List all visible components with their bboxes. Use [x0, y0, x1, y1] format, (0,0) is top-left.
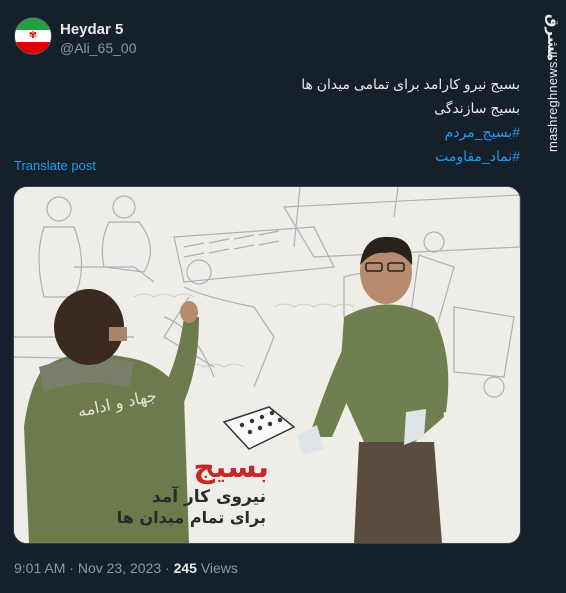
post-text: بسیج نیرو کارامد برای تمامی میدان ها بسی… — [50, 72, 520, 168]
hashtag-nemad-moghavemat[interactable]: #نماد_مقاومت — [50, 144, 520, 168]
author-name[interactable]: Heydar 5 — [60, 21, 123, 38]
author-avatar[interactable]: ✾ — [14, 17, 52, 55]
post-time[interactable]: 9:01 AM — [14, 560, 65, 576]
views-count: 245 — [173, 560, 197, 576]
hashtag-basij-mardom[interactable]: #بسیج_مردم — [50, 120, 520, 144]
meta-separator: · — [69, 560, 74, 576]
flag-emblem-icon: ✾ — [28, 30, 38, 41]
poster-subtitle-2: برای تمام میدان ها — [117, 508, 266, 527]
poster-title: بسیج — [193, 450, 269, 485]
poster-illustration: جهاد و ادامه بسیج نیروی کار آمد برای تما… — [14, 187, 520, 543]
post-line-2: بسیج سازندگی — [434, 100, 520, 116]
mashregh-watermark: مشرق mashreghnews.ir — [536, 0, 566, 593]
translate-post-link[interactable]: Translate post — [14, 158, 96, 173]
meta-separator: · — [165, 560, 170, 576]
flag-stripe-red — [15, 42, 51, 54]
poster-subtitle-1: نیروی کار آمد — [152, 485, 266, 507]
flag-stripe-green — [15, 18, 51, 30]
watermark-url: mashreghnews.ir — [545, 50, 560, 152]
post-date[interactable]: Nov 23, 2023 — [78, 560, 161, 576]
post-image[interactable]: جهاد و ادامه بسیج نیروی کار آمد برای تما… — [13, 186, 521, 544]
author-handle[interactable]: @Ali_65_00 — [60, 40, 137, 56]
post-line-1: بسیج نیرو کارامد برای تمامی میدان ها — [301, 76, 520, 92]
tweet-card: ✾ Heydar 5 @Ali_65_00 بسیج نیرو کارامد ب… — [0, 0, 536, 593]
post-meta: 9:01 AM · Nov 23, 2023 · 245 Views — [14, 560, 238, 576]
views-label: Views — [200, 560, 238, 576]
